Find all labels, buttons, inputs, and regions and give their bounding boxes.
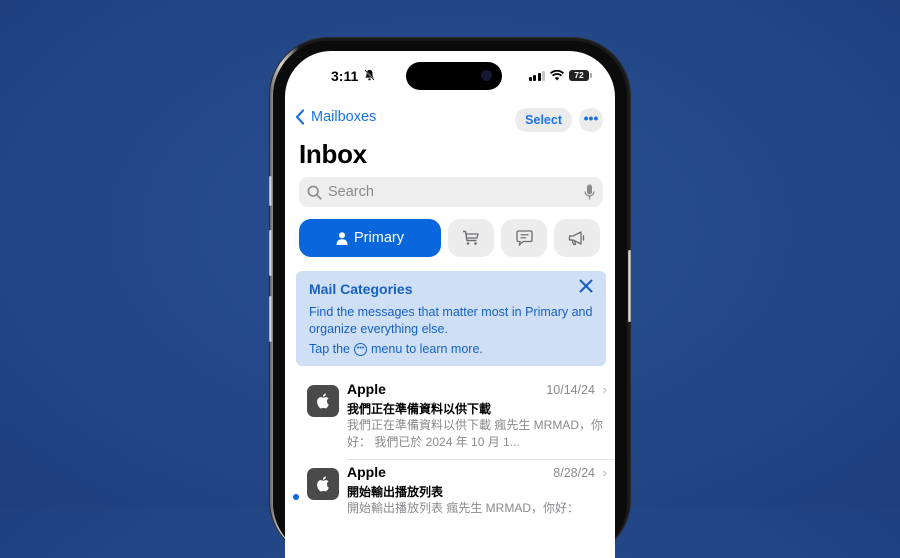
phone-frame: 3:11 72 Mailboxes Select ••• Inbox Searc… [269, 38, 631, 558]
message-row[interactable]: Apple 8/28/24 › 開始輸出播放列表 開始輸出播放列表 瘋先生 MR… [285, 456, 615, 536]
cellular-signal-icon [528, 70, 545, 81]
close-icon[interactable] [579, 279, 593, 293]
banner-tip-after: menu to learn more. [371, 342, 483, 356]
volume-up-button [269, 230, 272, 276]
battery-indicator: 72 [569, 70, 592, 81]
chevron-left-icon [295, 109, 305, 125]
message-subject: 我們正在準備資料以供下載 [347, 402, 492, 416]
status-indicators: 72 [528, 70, 592, 81]
back-label: Mailboxes [311, 109, 377, 125]
phone-bezel: 3:11 72 Mailboxes Select ••• Inbox Searc… [273, 41, 627, 558]
wifi-icon [550, 70, 564, 81]
banner-body: Find the messages that matter most in Pr… [309, 305, 593, 336]
message-date: 10/14/24 [546, 383, 595, 397]
search-input[interactable] [326, 183, 570, 201]
apple-logo-icon [317, 476, 329, 492]
message-preview: 開始輸出播放列表 瘋先生 MRMAD，你好： [347, 501, 579, 515]
message-date: 8/28/24 [553, 466, 595, 480]
banner-tip-before: Tap the [309, 342, 351, 356]
tab-updates[interactable] [501, 219, 547, 257]
search-bar[interactable] [299, 177, 603, 207]
sender-avatar [307, 385, 339, 417]
camera-icon [481, 70, 492, 81]
banner-tip: Tap the ••• menu to learn more. [309, 342, 483, 356]
message-sender: Apple [347, 381, 386, 397]
megaphone-icon [568, 231, 585, 246]
bell-slash-icon [364, 69, 375, 84]
message-row[interactable]: Apple 10/14/24 › 我們正在準備資料以供下載 我們正在準備資料以供… [285, 373, 615, 453]
power-button [628, 250, 631, 322]
action-button [269, 176, 272, 206]
search-icon [307, 185, 322, 200]
screen: 3:11 72 Mailboxes Select ••• Inbox Searc… [285, 51, 615, 558]
unread-indicator [293, 494, 299, 500]
sender-avatar [307, 468, 339, 500]
tab-transactions[interactable] [448, 219, 494, 257]
tab-primary-label: Primary [354, 230, 404, 246]
message-preview: 我們正在準備資料以供下載 瘋先生 MRMAD，你好： 我們已於 2024 年 1… [347, 418, 603, 449]
tab-promotions[interactable] [554, 219, 600, 257]
page-title: Inbox [299, 139, 367, 169]
tab-primary[interactable]: Primary [299, 219, 441, 257]
ellipsis-circle-icon: ••• [354, 342, 368, 356]
select-button[interactable]: Select [515, 108, 572, 132]
cart-icon [463, 230, 479, 245]
more-options-button[interactable]: ••• [579, 108, 603, 132]
back-to-mailboxes-button[interactable]: Mailboxes [295, 109, 376, 125]
microphone-icon[interactable] [584, 184, 595, 201]
message-sender: Apple [347, 464, 386, 480]
message-subject: 開始輸出播放列表 [347, 485, 444, 499]
volume-down-button [269, 296, 272, 342]
chevron-right-icon: › [602, 382, 607, 397]
message-icon [515, 230, 533, 246]
status-time: 3:11 [331, 68, 359, 84]
mail-categories-banner: Mail Categories Find the messages that m… [296, 271, 606, 366]
dynamic-island [406, 62, 502, 90]
category-tabs: Primary [299, 219, 600, 257]
banner-title: Mail Categories [309, 281, 413, 297]
apple-logo-icon [317, 393, 329, 409]
chevron-right-icon: › [602, 465, 607, 480]
person-icon [336, 231, 348, 245]
